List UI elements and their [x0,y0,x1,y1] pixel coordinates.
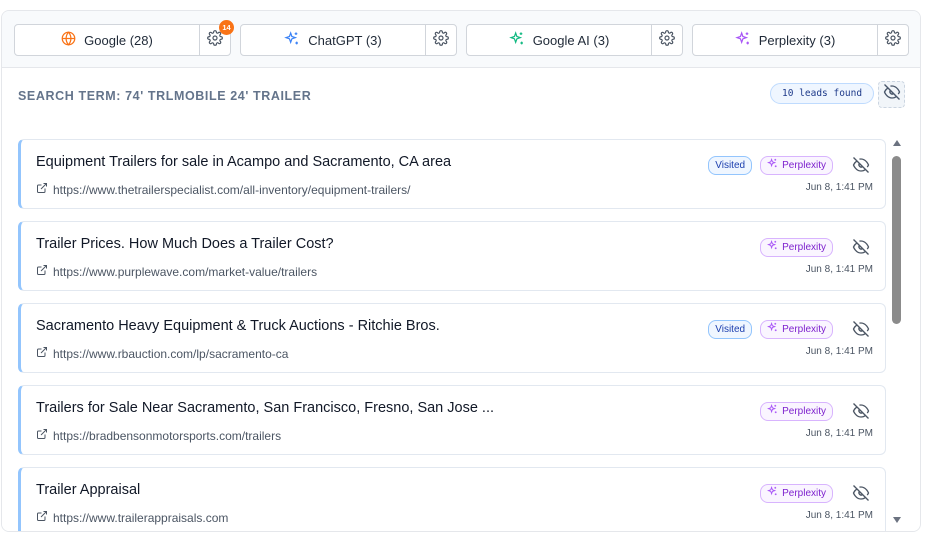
lead-card: Equipment Trailers for sale in Acampo an… [18,139,886,209]
gear-icon [659,29,675,51]
tab-perplexity: Perplexity (3) [692,24,909,56]
tab-chatgpt-settings-button[interactable] [425,25,456,55]
tab-google: Google (28) 14 [14,20,234,56]
tab-perplexity-button[interactable]: Perplexity (3) [693,25,877,55]
tab-chatgpt-label: ChatGPT (3) [308,32,382,48]
sparkle-icon [767,321,778,336]
lead-url: https://www.purplewave.com/market-value/… [53,264,318,279]
source-badge: Perplexity [760,483,833,503]
source-tab-bar: Google (28) 14 ChatGPT (3) Google AI (3)… [2,11,920,68]
lead-timestamp: Jun 8, 1:41 PM [805,510,873,521]
gear-icon [885,29,901,51]
scroll-down-arrow[interactable] [893,517,901,523]
visited-badge: Visited [708,155,753,175]
globe-icon [61,31,76,49]
lead-title[interactable]: Equipment Trailers for sale in Acampo an… [36,154,451,170]
lead-url-link[interactable]: https://www.trailerappraisals.com [36,510,228,525]
external-link-icon [36,182,48,197]
tab-perplexity-label: Perplexity (3) [758,32,836,48]
lead-meta: Visited Perplexity [708,154,873,176]
eye-off-icon [852,239,870,255]
lead-timestamp: Jun 8, 1:41 PM [805,428,873,439]
sparkle-icon [767,239,778,254]
source-label: Perplexity [782,159,826,171]
hide-lead-button[interactable] [849,236,873,258]
lead-url: https://www.trailerappraisals.com [53,510,229,525]
tab-perplexity-settings-button[interactable] [877,25,908,55]
lead-url-link[interactable]: https://bradbensonmotorsports.com/traile… [36,428,281,443]
source-label: Perplexity [782,323,826,335]
source-badge: Perplexity [760,319,833,339]
sparkle-icon [767,403,778,418]
source-badge: Perplexity [760,401,833,421]
tab-google-ai-label: Google AI (3) [532,32,610,48]
leads-panel: Google (28) 14 ChatGPT (3) Google AI (3)… [1,10,921,532]
tab-chatgpt-button[interactable]: ChatGPT (3) [241,25,425,55]
gear-icon [433,29,449,51]
lead-title[interactable]: Sacramento Heavy Equipment & Truck Aucti… [36,318,440,334]
lead-meta: Visited Perplexity [708,318,873,340]
lead-timestamp: Jun 8, 1:41 PM [805,182,873,193]
sparkle-icon [508,30,525,50]
visited-badge: Visited [708,319,753,339]
lead-timestamp: Jun 8, 1:41 PM [805,346,873,357]
source-badge: Perplexity [760,237,833,257]
lead-title[interactable]: Trailer Prices. How Much Does a Trailer … [36,236,334,252]
hide-lead-button[interactable] [849,482,873,504]
lead-title[interactable]: Trailer Appraisal [36,482,140,498]
lead-card: Sacramento Heavy Equipment & Truck Aucti… [18,303,886,373]
lead-card: Trailer Prices. How Much Does a Trailer … [18,221,886,291]
external-link-icon [36,346,48,361]
tab-google-ai-settings-button[interactable] [651,25,682,55]
lead-url-link[interactable]: https://www.rbauction.com/lp/sacramento-… [36,346,288,361]
eye-off-icon [852,157,870,173]
external-link-icon [36,510,48,525]
sparkle-icon [734,30,751,50]
sparkle-icon [767,485,778,500]
external-link-icon [36,264,48,279]
source-label: Perplexity [782,241,826,253]
lead-url-link[interactable]: https://www.thetrailerspecialist.com/all… [36,182,410,197]
hide-lead-button[interactable] [849,154,873,176]
lead-card: Trailers for Sale Near Sacramento, San F… [18,385,886,455]
sparkle-icon [284,30,300,50]
lead-card: Trailer Appraisal https://www.trailerapp… [18,467,886,531]
tab-google-ai-button[interactable]: Google AI (3) [467,25,651,55]
source-label: Perplexity [782,405,826,417]
lead-meta: Perplexity [760,482,873,504]
lead-url: https://bradbensonmotorsports.com/traile… [53,428,282,443]
hide-lead-button[interactable] [849,400,873,422]
lead-url-link[interactable]: https://www.purplewave.com/market-value/… [36,264,317,279]
lead-url: https://www.thetrailerspecialist.com/all… [53,182,411,197]
sparkle-icon [767,157,778,172]
scroll-up-arrow[interactable] [893,140,901,146]
eye-off-icon [852,403,870,419]
tab-google-ai: Google AI (3) [466,24,683,56]
lead-meta: Perplexity [760,400,873,422]
lead-meta: Perplexity [760,236,873,258]
tab-google-button[interactable]: Google (28) [15,25,199,55]
hide-lead-button[interactable] [849,318,873,340]
tab-chatgpt: ChatGPT (3) [240,24,457,56]
notification-badge: 14 [219,20,234,35]
source-label: Perplexity [782,487,826,499]
tab-google-label: Google (28) [84,32,153,48]
external-link-icon [36,428,48,443]
scrollbar[interactable] [891,140,903,524]
eye-off-icon [852,321,870,337]
leads-list: Equipment Trailers for sale in Acampo an… [2,68,920,531]
eye-off-icon [852,485,870,501]
leads-content: Search term: 74' trlmobile 24' trailer 1… [2,68,920,531]
lead-title[interactable]: Trailers for Sale Near Sacramento, San F… [36,400,494,416]
lead-timestamp: Jun 8, 1:41 PM [805,264,873,275]
tab-google-settings-button[interactable]: 14 [199,20,234,55]
scrollbar-thumb[interactable] [892,156,901,324]
lead-url: https://www.rbauction.com/lp/sacramento-… [53,346,289,361]
source-badge: Perplexity [760,155,833,175]
